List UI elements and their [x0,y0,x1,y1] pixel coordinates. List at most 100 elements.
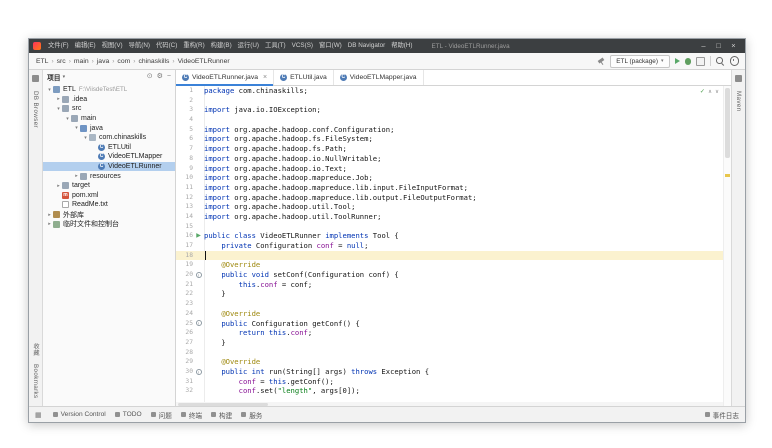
menu-item[interactable]: 构建(B) [208,39,235,53]
tree-item[interactable]: ▾java [43,123,175,133]
run-class-icon[interactable]: ▶ [196,233,201,239]
code-line[interactable]: 7import org.apache.hadoop.fs.Path; [176,144,731,154]
breadcrumb-item[interactable]: main [73,58,90,65]
menu-item[interactable]: 代码(C) [153,39,180,53]
line-number[interactable]: 29 [176,357,193,367]
line-number[interactable]: 2 [176,96,193,106]
code-line[interactable]: 10import org.apache.hadoop.mapreduce.Job… [176,173,731,183]
code-area[interactable]: 1package com.chinaskills;23import java.i… [176,86,731,402]
hide-icon[interactable]: − [167,70,171,84]
line-number[interactable]: 14 [176,212,193,222]
line-number[interactable]: 11 [176,183,193,193]
build-hammer-icon[interactable] [598,58,605,65]
code-line[interactable]: 25↑ public Configuration getConf() { [176,319,731,329]
toolwindow-switcher-icon[interactable]: ▦ [35,411,42,419]
line-number[interactable]: 20 [176,270,193,280]
code-line[interactable]: 15 [176,222,731,232]
project-panel-title[interactable]: 项目 [47,72,61,82]
gear-icon[interactable]: ⚙ [157,70,163,84]
menu-item[interactable]: 重构(R) [180,39,207,53]
code-line[interactable]: 21 this.conf = conf; [176,280,731,290]
code-line[interactable]: 1package com.chinaskills; [176,86,731,96]
menu-item[interactable]: 帮助(H) [388,39,415,53]
editor[interactable]: 1package com.chinaskills;23import java.i… [176,86,731,406]
code-line[interactable]: 6import org.apache.hadoop.fs.FileSystem; [176,134,731,144]
run-icon[interactable] [675,58,680,64]
menu-item[interactable]: VCS(S) [289,39,316,53]
settings-gear-icon[interactable] [730,56,740,66]
code-line[interactable]: 18 [176,251,731,261]
code-line[interactable]: 16▶public class VideoETLRunner implement… [176,231,731,241]
scrollbar-thumb[interactable] [178,403,268,406]
tree-item[interactable]: CETLUtil [43,143,175,153]
line-number[interactable]: 32 [176,386,193,396]
scrollbar-thumb[interactable] [725,88,730,158]
vertical-scrollbar[interactable] [723,86,731,406]
inspection-widget[interactable]: ✓ ∧ ∨ [700,88,719,95]
line-number[interactable]: 27 [176,338,193,348]
code-line[interactable]: 12import org.apache.hadoop.mapreduce.lib… [176,193,731,203]
tool-window-button[interactable]: 收藏 [31,343,40,356]
line-number[interactable]: 5 [176,125,193,135]
chevron-down-icon[interactable]: ▾ [63,74,66,80]
tree-item[interactable]: ▾ETLF:\ViisdeTest\ETL [43,85,175,95]
line-number[interactable]: 31 [176,377,193,387]
maven-tool-icon[interactable] [735,75,742,82]
editor-tab[interactable]: CVideoETLRunner.java× [176,70,274,85]
tool-window-button[interactable]: Bookmarks [32,364,39,399]
chevron-icon[interactable]: ▾ [73,125,80,131]
code-line[interactable]: 14import org.apache.hadoop.util.ToolRunn… [176,212,731,222]
line-number[interactable]: 3 [176,105,193,115]
code-line[interactable]: 9import org.apache.hadoop.io.Text; [176,164,731,174]
chevron-icon[interactable]: ▸ [73,173,80,179]
tree-item[interactable]: ▸resources [43,171,175,181]
editor-tab[interactable]: CETLUtil.java [274,70,334,85]
tree-item[interactable]: ▸target [43,181,175,191]
line-number[interactable]: 18 [176,251,193,261]
chevron-icon[interactable]: ▸ [46,221,53,227]
code-line[interactable]: 28 [176,348,731,358]
menu-item[interactable]: 文件(F) [45,39,72,53]
code-line[interactable]: 3import java.io.IOException; [176,105,731,115]
code-line[interactable]: 2 [176,96,731,106]
code-line[interactable]: 29 @Override [176,357,731,367]
next-problem-icon[interactable]: ∨ [715,89,719,95]
line-number[interactable]: 7 [176,144,193,154]
code-line[interactable]: 5import org.apache.hadoop.conf.Configura… [176,125,731,135]
tool-window-button[interactable]: Maven [735,91,742,112]
tree-item[interactable]: ▸.idea [43,95,175,105]
close-icon[interactable]: × [263,74,267,81]
breadcrumb-item[interactable]: chinaskills [137,58,170,65]
line-number[interactable]: 9 [176,164,193,174]
code-line[interactable]: 11import org.apache.hadoop.mapreduce.lib… [176,183,731,193]
line-number[interactable]: 4 [176,115,193,125]
code-line[interactable]: 8import org.apache.hadoop.io.NullWritabl… [176,154,731,164]
chevron-icon[interactable]: ▸ [55,183,62,189]
line-number[interactable]: 10 [176,173,193,183]
status-item[interactable]: 问题 [151,410,172,420]
override-icon[interactable]: ↑ [196,369,202,375]
chevron-icon[interactable]: ▾ [82,135,89,141]
line-number[interactable]: 25 [176,319,193,329]
status-item[interactable]: 构建 [211,410,232,420]
breadcrumb-item[interactable]: com [116,58,131,65]
menu-item[interactable]: 视图(V) [99,39,126,53]
minimize-button[interactable]: – [696,39,711,53]
search-icon[interactable] [716,57,725,66]
status-item[interactable]: 服务 [241,410,262,420]
status-item[interactable]: 事件日志 [705,410,739,420]
tool-window-button[interactable]: DB Browser [32,91,39,128]
tree-item[interactable]: ▾src [43,104,175,114]
line-number[interactable]: 1 [176,86,193,96]
tree-item[interactable]: ReadMe.txt [43,200,175,210]
menu-item[interactable]: DB Navigator [345,39,388,53]
warning-stripe-mark[interactable] [725,174,730,177]
tree-item[interactable]: mpom.xml [43,191,175,201]
chevron-icon[interactable]: ▾ [64,116,71,122]
run-config-select[interactable]: ETL (package) ▾ [610,55,669,68]
code-line[interactable]: 13import org.apache.hadoop.util.Tool; [176,202,731,212]
breadcrumb-item[interactable]: src [56,58,67,65]
code-line[interactable]: 19 @Override [176,260,731,270]
editor-tab[interactable]: CVideoETLMapper.java [334,70,424,85]
code-line[interactable]: 32 conf.set("length", args[0]); [176,386,731,396]
